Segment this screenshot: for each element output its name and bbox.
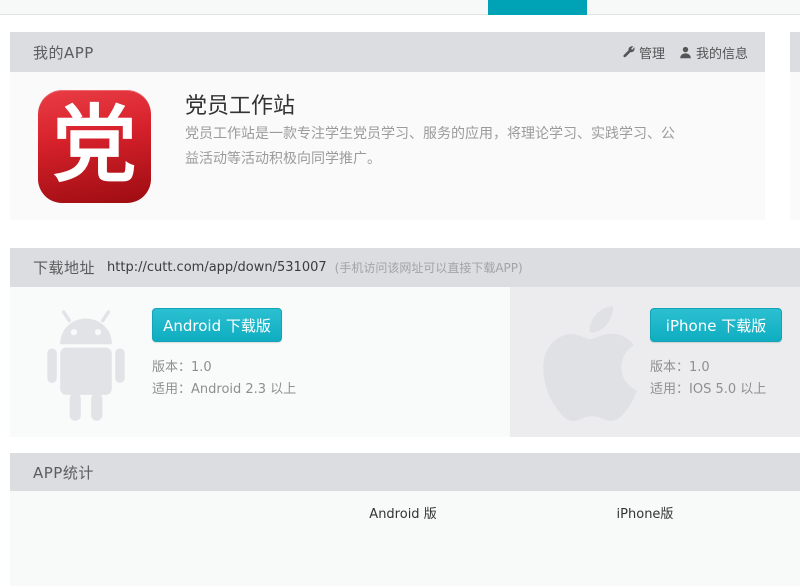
app-icon: 党 (38, 90, 151, 203)
stats-column-iphone: iPhone版 (575, 503, 715, 522)
download-title: 下载地址 (33, 257, 95, 278)
android-download-button[interactable]: Android 下载版 (152, 308, 282, 342)
top-nav-bar (0, 0, 800, 15)
android-meta: 版本：1.0 适用：Android 2.3 以上 (152, 357, 296, 401)
wrench-icon (622, 46, 635, 59)
iphone-applicable-line: 适用：IOS 5.0 以上 (650, 379, 766, 401)
my-info-link[interactable]: 我的信息 (679, 43, 748, 62)
iphone-applicable-value: IOS 5.0 以上 (689, 382, 766, 397)
iphone-version-value: 1.0 (689, 360, 710, 375)
download-panel-body: Android 下载版 版本：1.0 适用：Android 2.3 以上 iPh… (10, 287, 800, 437)
stats-column-android: Android 版 (333, 503, 473, 522)
iphone-download-button[interactable]: iPhone 下载版 (650, 308, 782, 342)
my-app-panel: 我的APP 管理 我的信息 (10, 32, 765, 220)
iphone-version-line: 版本：1.0 (650, 357, 766, 379)
header-actions: 管理 我的信息 (622, 43, 748, 62)
android-version-line: 版本：1.0 (152, 357, 296, 379)
android-applicable-value: Android 2.3 以上 (191, 382, 296, 397)
stats-panel-header: APP统计 (10, 453, 800, 491)
apple-logo-icon (543, 306, 637, 425)
download-note: (手机访问该网址可以直接下载APP) (335, 259, 523, 276)
side-panel-header (790, 32, 800, 72)
download-panel: 下载地址 http://cutt.com/app/down/531007 (手机… (10, 248, 800, 437)
manage-label: 管理 (639, 43, 665, 62)
stats-panel: APP统计 Android 版 iPhone版 (10, 453, 800, 586)
my-app-title: 我的APP (33, 42, 94, 63)
download-url: http://cutt.com/app/down/531007 (107, 260, 327, 275)
stats-panel-body: Android 版 iPhone版 (10, 491, 800, 586)
side-panel-fragment (790, 32, 800, 220)
app-description: 党员工作站是一款专注学生党员学习、服务的应用，将理论学习、实践学习、公 益活动等… (185, 122, 690, 172)
my-app-panel-body: 党 党员工作站 党员工作站是一款专注学生党员学习、服务的应用，将理论学习、实践学… (10, 72, 765, 220)
app-name: 党员工作站 (185, 88, 295, 120)
stats-title: APP统计 (33, 462, 94, 483)
app-icon-character: 党 (52, 103, 136, 187)
android-robot-icon (43, 309, 129, 429)
user-icon (679, 46, 692, 59)
active-nav-tab-indicator[interactable] (488, 0, 587, 15)
download-panel-header: 下载地址 http://cutt.com/app/down/531007 (手机… (10, 248, 800, 287)
side-panel-body (790, 72, 800, 220)
manage-link[interactable]: 管理 (622, 43, 665, 62)
my-app-panel-header: 我的APP 管理 我的信息 (10, 32, 765, 72)
android-version-value: 1.0 (191, 360, 212, 375)
android-applicable-line: 适用：Android 2.3 以上 (152, 379, 296, 401)
my-info-label: 我的信息 (696, 43, 748, 62)
iphone-meta: 版本：1.0 适用：IOS 5.0 以上 (650, 357, 766, 401)
